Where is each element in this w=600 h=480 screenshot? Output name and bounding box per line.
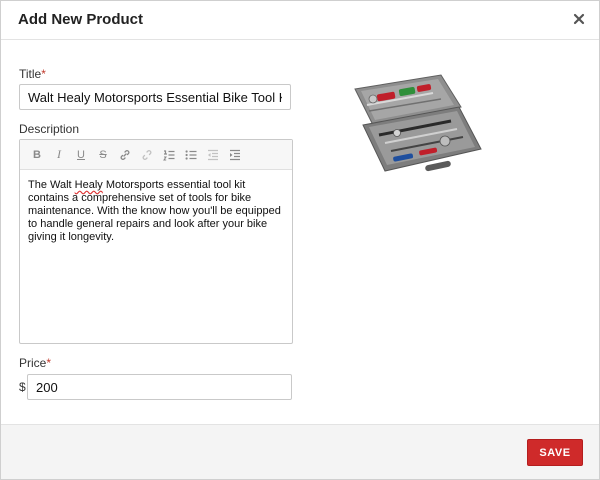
ordered-list-icon[interactable] — [158, 144, 180, 166]
strikethrough-button[interactable]: S — [92, 144, 114, 166]
description-editor: B I U S The Walt Healy Motorsports essen… — [19, 139, 293, 344]
price-label-text: Price — [19, 356, 47, 370]
currency-symbol: $ — [19, 380, 26, 394]
link-icon[interactable] — [114, 144, 136, 166]
dialog-title: Add New Product — [18, 11, 144, 28]
price-input[interactable] — [27, 374, 292, 400]
underline-button[interactable]: U — [70, 144, 92, 166]
bold-button[interactable]: B — [26, 144, 48, 166]
editor-toolbar: B I U S — [20, 140, 292, 170]
price-label: Price* — [19, 356, 51, 370]
required-marker: * — [46, 356, 52, 370]
required-marker: * — [41, 67, 46, 81]
description-label: Description — [19, 122, 80, 136]
title-label: Title* — [19, 67, 46, 81]
title-input[interactable] — [19, 84, 291, 110]
description-content[interactable]: The Walt Healy Motorsports essential too… — [20, 170, 292, 253]
add-product-dialog: Add New Product Title* Description B I U… — [0, 0, 600, 480]
title-label-text: Title — [19, 67, 42, 81]
product-image — [333, 63, 499, 185]
italic-button[interactable]: I — [48, 144, 70, 166]
dialog-footer: SAVE — [1, 424, 599, 479]
close-icon[interactable] — [573, 12, 585, 25]
description-text-start: The Walt — [28, 179, 75, 191]
unordered-list-icon[interactable] — [180, 144, 202, 166]
misspelled-word: Healy — [74, 179, 103, 191]
dialog-header: Add New Product — [1, 1, 599, 40]
outdent-icon[interactable] — [202, 144, 224, 166]
indent-icon[interactable] — [224, 144, 246, 166]
save-button[interactable]: SAVE — [527, 439, 583, 466]
unlink-icon[interactable] — [136, 144, 158, 166]
